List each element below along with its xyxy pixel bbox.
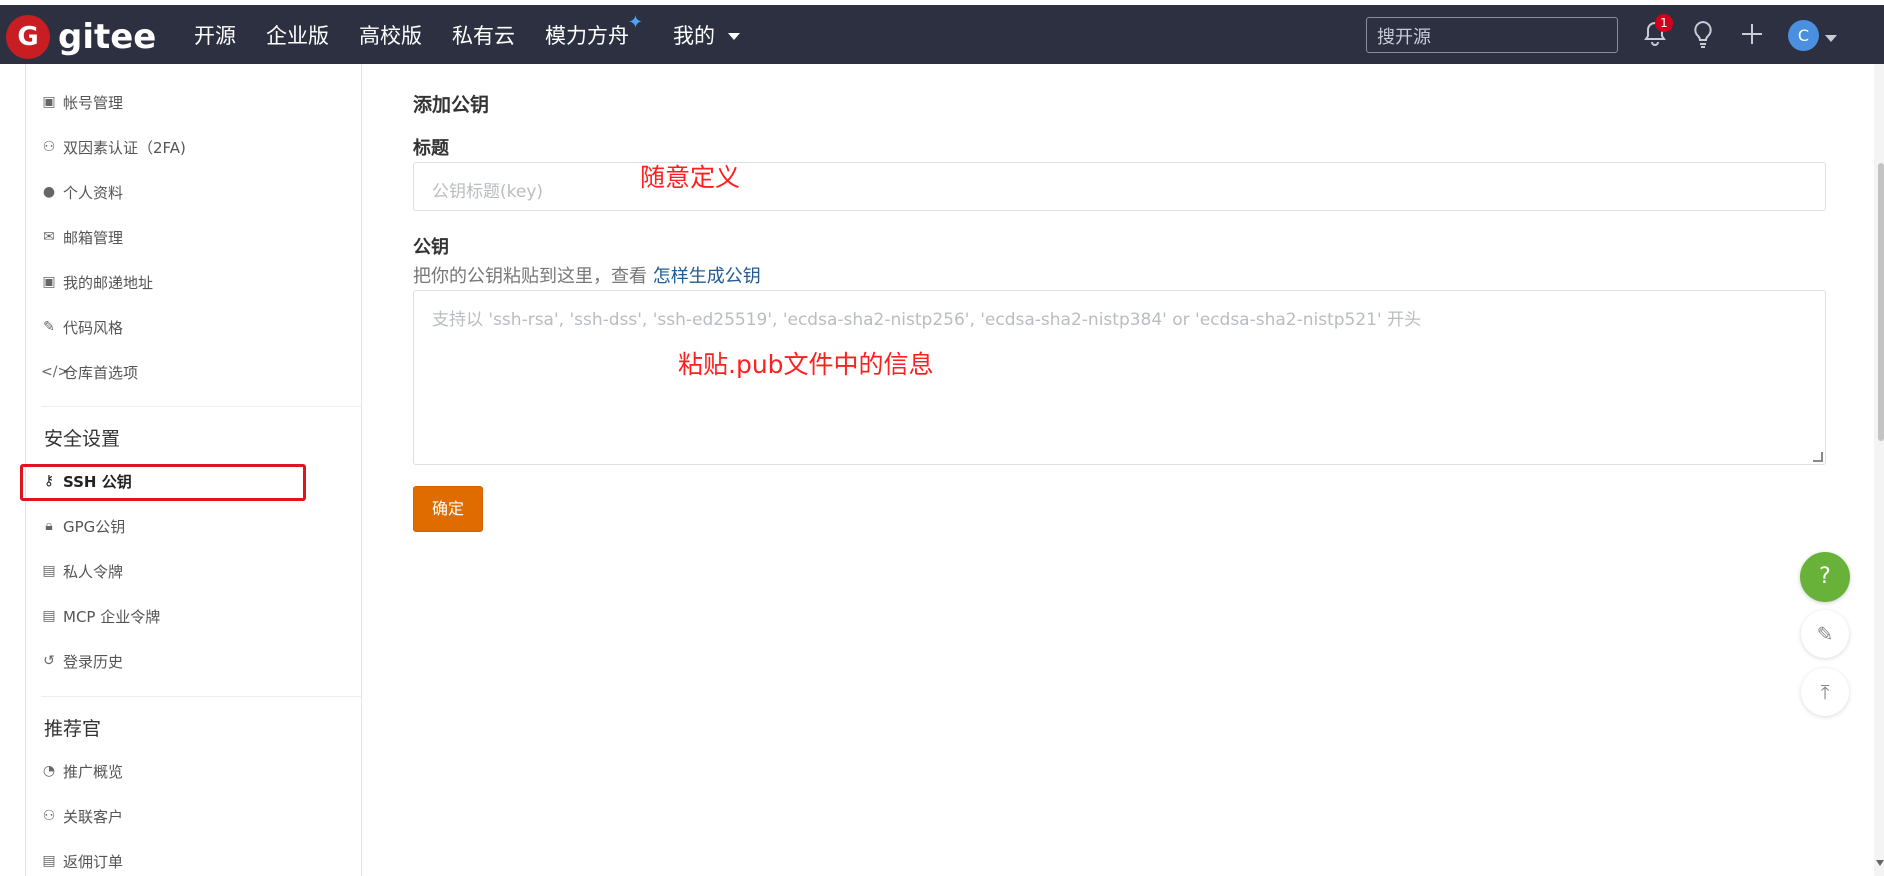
- chevron-down-icon: [727, 33, 740, 40]
- main-nav: 开源 企业版 高校版 私有云 模力方舟 ✦ 我的: [194, 5, 770, 64]
- gitee-logo[interactable]: G gitee: [6, 15, 156, 59]
- token-icon: ▤: [42, 608, 56, 624]
- sidebar-item-label: 关联客户: [63, 807, 124, 826]
- edit-icon: ✎: [1816, 622, 1834, 646]
- code-icon: </>: [41, 364, 70, 380]
- annotation-key-note: 粘贴.pub文件中的信息: [678, 350, 934, 379]
- scroll-down-arrow-icon[interactable]: [1876, 860, 1884, 866]
- nav-mine[interactable]: 我的: [673, 20, 740, 50]
- nav-moli-fangzhou-label: 模力方舟: [545, 23, 629, 48]
- sidebar-item-label: 我的邮递地址: [63, 273, 154, 292]
- nav-private-cloud[interactable]: 私有云: [452, 20, 515, 50]
- avatar-chevron-down-icon[interactable]: [1825, 35, 1837, 42]
- brush-icon: ✎: [43, 319, 55, 335]
- sidebar-item-label: 仓库首选项: [63, 363, 139, 382]
- sidebar-item-rebate-orders[interactable]: ▤ 返佣订单: [41, 846, 123, 876]
- avatar[interactable]: C: [1788, 20, 1819, 51]
- sidebar-item-label: 私人令牌: [63, 562, 124, 581]
- key-title-input[interactable]: 公钥标题(key): [413, 162, 1826, 211]
- annotation-title-note: 随意定义: [640, 163, 741, 192]
- sidebar-item-label: 登录历史: [63, 652, 124, 671]
- search-input[interactable]: 搜开源: [1366, 17, 1618, 53]
- gitee-logo-word: gitee: [58, 17, 157, 57]
- sidebar-item-label: MCP 企业令牌: [63, 607, 161, 626]
- how-to-generate-key-link[interactable]: 怎样生成公钥: [653, 266, 761, 287]
- public-key-textarea[interactable]: 支持以 'ssh-rsa', 'ssh-dss', 'ssh-ed25519',…: [413, 290, 1826, 465]
- lightbulb-icon[interactable]: [1691, 20, 1715, 57]
- sidebar-item-mcp-tokens[interactable]: ▤ MCP 企业令牌: [41, 601, 160, 631]
- sidebar-item-2fa[interactable]: ⚇ 双因素认证（2FA): [41, 132, 186, 162]
- resize-handle[interactable]: [1813, 452, 1823, 462]
- sidebar-item-repo-prefs[interactable]: </> 仓库首选项: [41, 357, 138, 387]
- lock-icon: 🔒︎: [45, 518, 53, 534]
- sidebar-item-label: 返佣订单: [63, 852, 124, 871]
- nav-education[interactable]: 高校版: [359, 20, 422, 50]
- gitee-logo-mark: G: [6, 15, 50, 59]
- arrow-up-icon: ⤒: [1820, 680, 1830, 704]
- sidebar-divider: [41, 696, 361, 697]
- order-icon: ▤: [42, 853, 56, 869]
- sidebar-item-login-history[interactable]: ↺ 登录历史: [41, 646, 123, 676]
- page-title: 添加公钥: [413, 94, 490, 116]
- feedback-button[interactable]: ✎: [1801, 610, 1849, 658]
- nav-open-source[interactable]: 开源: [194, 20, 236, 50]
- sidebar-heading-referral: 推荐官: [44, 718, 102, 740]
- sidebar-item-promotion-overview[interactable]: ◔ 推广概览: [41, 756, 123, 786]
- sidebar-item-label: 邮箱管理: [63, 228, 124, 247]
- nav-enterprise[interactable]: 企业版: [266, 20, 329, 50]
- sidebar-item-label: 帐号管理: [63, 93, 124, 112]
- back-to-top-button[interactable]: ⤒: [1801, 668, 1849, 716]
- top-navbar: G gitee 开源 企业版 高校版 私有云 模力方舟 ✦ 我的 搜开源 1 C: [0, 0, 1884, 64]
- user-key-icon: ⚇: [42, 139, 56, 155]
- help-button[interactable]: ?: [1800, 552, 1850, 602]
- sidebar-item-gpg-keys[interactable]: 🔒︎ GPG公钥: [41, 511, 125, 541]
- sidebar-item-profile[interactable]: ● 个人资料: [41, 177, 123, 207]
- scrollbar-thumb[interactable]: [1878, 163, 1884, 441]
- plus-icon[interactable]: [1740, 20, 1764, 55]
- address-card-icon: ▣: [42, 274, 56, 290]
- sidebar-item-account[interactable]: ▣ 帐号管理: [41, 87, 123, 117]
- sidebar-item-label: 代码风格: [63, 318, 124, 337]
- sidebar-divider: [41, 406, 361, 407]
- sparkle-icon: ✦: [627, 11, 643, 33]
- sidebar-item-label: 个人资料: [63, 183, 124, 202]
- sidebar-item-label: 双因素认证（2FA): [63, 138, 186, 157]
- history-icon: ↺: [43, 653, 55, 669]
- nav-mine-label: 我的: [673, 23, 715, 48]
- submit-button[interactable]: 确定: [413, 486, 483, 532]
- sidebar-item-label: 推广概览: [63, 762, 124, 781]
- sidebar-item-linked-customers[interactable]: ⚇ 关联客户: [41, 801, 123, 831]
- sidebar-item-private-tokens[interactable]: ▤ 私人令牌: [41, 556, 123, 586]
- public-key-label: 公钥: [413, 237, 449, 258]
- sidebar-heading-security: 安全设置: [44, 428, 121, 450]
- sidebar-item-label: GPG公钥: [63, 517, 126, 536]
- title-label: 标题: [413, 138, 449, 159]
- hint-text: 把你的公钥粘贴到这里，查看: [413, 266, 653, 287]
- public-key-hint: 把你的公钥粘贴到这里，查看 怎样生成公钥: [413, 262, 761, 288]
- sidebar-item-code-style[interactable]: ✎ 代码风格: [41, 312, 123, 342]
- public-key-placeholder: 支持以 'ssh-rsa', 'ssh-dss', 'ssh-ed25519',…: [432, 310, 1422, 330]
- annotation-highlight-box: [20, 464, 306, 501]
- user-icon: ●: [42, 184, 56, 200]
- sidebar-item-email[interactable]: ✉ 邮箱管理: [41, 222, 123, 252]
- nav-moli-fangzhou[interactable]: 模力方舟 ✦: [545, 12, 643, 50]
- id-card-icon: ▣: [42, 94, 56, 110]
- gauge-icon: ◔: [42, 763, 56, 779]
- sidebar-item-address[interactable]: ▣ 我的邮递地址: [41, 267, 153, 297]
- user-link-icon: ⚇: [42, 808, 56, 824]
- notification-badge: 1: [1655, 14, 1673, 32]
- token-icon: ▤: [42, 563, 56, 579]
- envelope-icon: ✉: [43, 229, 55, 245]
